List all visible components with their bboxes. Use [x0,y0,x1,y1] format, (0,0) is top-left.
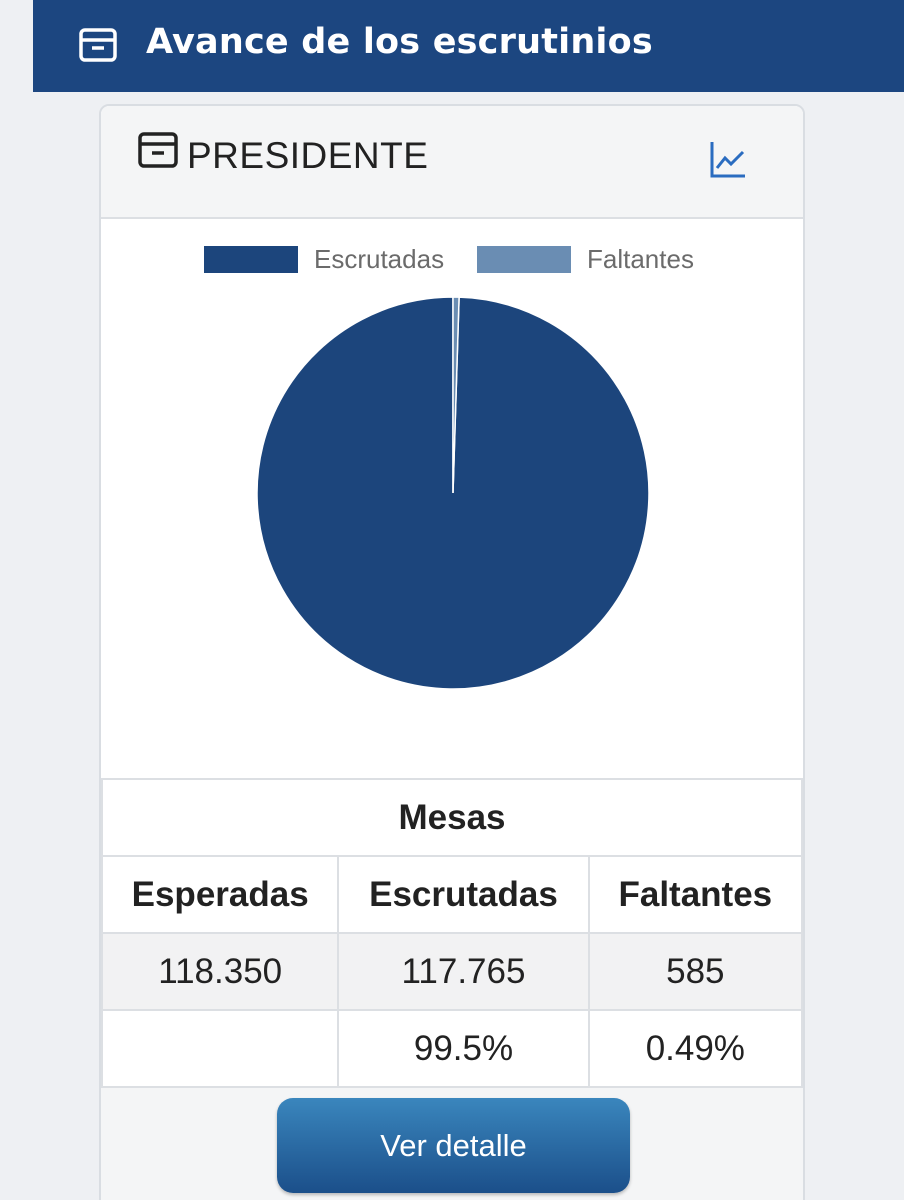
results-card: PRESIDENTE Escrutadas Faltantes Mesas Es… [99,104,805,1200]
legend-swatch-escrutadas [204,245,298,273]
card-footer: Ver detalle [101,1088,803,1200]
card-title: PRESIDENTE [187,135,429,176]
chart-legend: Escrutadas Faltantes [101,239,803,279]
legend-item-escrutadas[interactable]: Escrutadas [204,239,444,279]
column-header-escrutadas: Escrutadas [337,855,590,934]
pie-chart [256,296,650,690]
legend-label-faltantes: Faltantes [587,243,694,274]
table-row: 99.5% 0.49% [101,1009,803,1088]
page-header: Avance de los escrutinios [33,0,904,92]
percent-faltantes: 0.49% [587,1009,803,1088]
ver-detalle-button[interactable]: Ver detalle [277,1098,630,1193]
page-title: Avance de los escrutinios [146,22,653,62]
percent-esperadas [101,1009,340,1088]
column-header-esperadas: Esperadas [101,855,340,934]
archive-icon [138,132,178,168]
legend-swatch-faltantes [477,245,571,273]
legend-label-escrutadas: Escrutadas [314,243,445,274]
column-header-faltantes: Faltantes [587,855,803,934]
line-chart-icon[interactable] [709,140,747,180]
archive-icon [79,28,117,62]
value-esperadas: 118.350 [101,932,340,1011]
page: Avance de los escrutinios PRESIDENTE Esc… [0,0,904,1200]
table-caption: Mesas [101,778,803,857]
table-row: 118.350 117.765 585 [101,932,803,1011]
mesas-table: Mesas Esperadas Escrutadas Faltantes 118… [101,778,803,1088]
card-header: PRESIDENTE [101,106,803,219]
percent-escrutadas: 99.5% [337,1009,590,1088]
legend-item-faltantes[interactable]: Faltantes [477,239,694,279]
value-faltantes: 585 [587,932,803,1011]
value-escrutadas: 117.765 [337,932,590,1011]
